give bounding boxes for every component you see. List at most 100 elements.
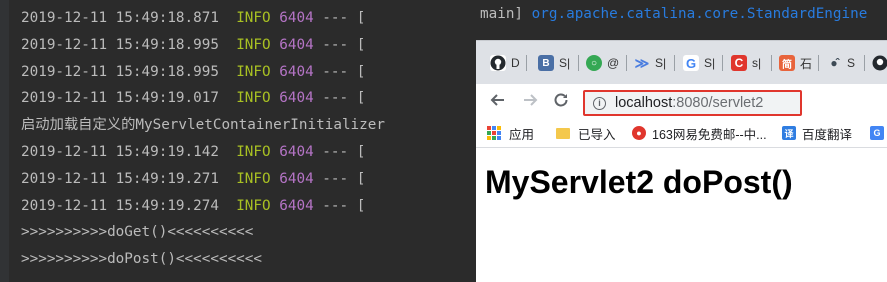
reload-icon bbox=[553, 92, 569, 113]
tab-title: D bbox=[511, 56, 520, 70]
log-pid: 6404 bbox=[279, 36, 314, 53]
tab-divider bbox=[864, 55, 865, 71]
log-thread: --- [ bbox=[322, 143, 366, 160]
browser-tab[interactable]: B S| bbox=[538, 51, 570, 75]
tab-divider bbox=[771, 55, 772, 71]
log-timestamp: 2019-12-11 15:49:19.274 bbox=[21, 197, 219, 214]
log-timestamp: 2019-12-11 15:49:18.995 bbox=[21, 36, 219, 53]
log-level: INFO bbox=[236, 143, 271, 160]
log-pid: 6404 bbox=[279, 170, 314, 187]
tab-divider bbox=[818, 55, 819, 71]
tab-divider bbox=[722, 55, 723, 71]
bookmark-apps[interactable]: 应用 bbox=[487, 124, 534, 142]
tab-strip: D B S| ○ @ ≫ S| G S| C s| 简 石 ●̂ S bbox=[476, 40, 887, 84]
log-logger-class: org.apache.catalina.core.StandardEngine bbox=[531, 6, 868, 22]
bookmark-label: 163网易免费邮--中... bbox=[652, 127, 767, 142]
browser-tab[interactable]: 简 石 bbox=[779, 51, 812, 75]
log-level: INFO bbox=[236, 36, 271, 53]
tab-divider bbox=[674, 55, 675, 71]
tab-title: @ bbox=[607, 56, 620, 70]
url-path: :8080/servlet2 bbox=[672, 95, 764, 111]
bookmark-b-icon: B bbox=[538, 55, 554, 71]
log-thread-name: main] bbox=[480, 6, 524, 22]
log-pid: 6404 bbox=[279, 63, 314, 80]
bookmark-163-mail[interactable]: ● 163网易免费邮--中... bbox=[632, 124, 767, 142]
bookmark-label: 百度翻译 bbox=[802, 127, 853, 142]
browser-tab[interactable]: ●̂ S bbox=[826, 51, 855, 75]
google-translate-icon: G bbox=[870, 126, 884, 140]
bookmarks-bar: 应用 已导入 ● 163网易免费邮--中... 译 百度翻译 G bbox=[476, 119, 887, 148]
log-line: 2019-12-11 15:49:18.995 INFO 6404 --- [ bbox=[21, 29, 481, 56]
log-thread: --- [ bbox=[322, 170, 366, 187]
navigation-toolbar: i localhost:8080/servlet2 bbox=[476, 84, 887, 119]
log-level: INFO bbox=[236, 63, 271, 80]
arrow-right-icon bbox=[522, 92, 538, 113]
tab-title: S bbox=[847, 56, 856, 70]
tab-divider bbox=[626, 55, 627, 71]
log-dopost: >>>>>>>>>>doPost()<<<<<<<<<< bbox=[21, 251, 263, 268]
address-bar[interactable]: i localhost:8080/servlet2 bbox=[583, 90, 802, 116]
page-content: MyServlet2 doPost() bbox=[476, 148, 887, 282]
log-doget: >>>>>>>>>>doGet()<<<<<<<<<< bbox=[21, 224, 254, 241]
log-thread: --- [ bbox=[322, 36, 366, 53]
apps-grid-icon bbox=[487, 126, 501, 140]
pin-icon: ● bbox=[632, 126, 646, 140]
tab-title: 石 bbox=[800, 56, 813, 71]
log-level: INFO bbox=[236, 170, 271, 187]
log-pid: 6404 bbox=[279, 10, 314, 26]
github2-icon bbox=[872, 55, 887, 71]
folder-icon bbox=[556, 127, 570, 139]
log-thread: --- [ bbox=[322, 197, 366, 214]
browser-tab[interactable]: G S| bbox=[683, 51, 715, 75]
browser-tab[interactable]: C s| bbox=[731, 51, 761, 75]
github-icon bbox=[490, 55, 506, 71]
log-timestamp: 2019-12-11 15:49:19.271 bbox=[21, 170, 219, 187]
editor-gutter bbox=[0, 0, 9, 282]
log-line: 2019-12-11 15:49:18.871 INFO 6404 --- [ bbox=[21, 2, 481, 29]
bookmark-imported-folder[interactable]: 已导入 bbox=[556, 124, 616, 142]
dots-icon: ●̂ bbox=[830, 56, 838, 70]
tab-divider bbox=[526, 55, 527, 71]
log-pid: 6404 bbox=[279, 197, 314, 214]
log-timestamp: 2019-12-11 15:49:19.142 bbox=[21, 143, 219, 160]
tab-divider bbox=[578, 55, 579, 71]
google-icon: G bbox=[683, 55, 699, 71]
page-heading: MyServlet2 doPost() bbox=[485, 164, 793, 200]
green-circle-icon: ○ bbox=[586, 55, 602, 71]
tab-title: s| bbox=[752, 56, 762, 70]
log-timestamp: 2019-12-11 15:49:18.871 bbox=[21, 10, 219, 26]
log-message: 启动加载自定义的MyServletContainerInitializer bbox=[21, 117, 385, 134]
bookmark-baidu-translate[interactable]: 译 百度翻译 bbox=[782, 124, 852, 142]
console-output: 2019-12-11 15:49:18.871 INFO 6404 --- [ … bbox=[21, 0, 481, 282]
browser-tab[interactable]: D bbox=[490, 51, 520, 75]
log-line: 2019-12-11 15:49:19.271 INFO 6404 --- [ bbox=[21, 163, 481, 190]
log-level: INFO bbox=[236, 10, 271, 26]
log-level: INFO bbox=[236, 197, 271, 214]
log-thread: --- [ bbox=[322, 90, 366, 107]
tab-title: S| bbox=[704, 56, 716, 70]
browser-tab[interactable] bbox=[872, 51, 887, 75]
log-pid: 6404 bbox=[279, 90, 314, 107]
translate-icon: 译 bbox=[782, 126, 796, 140]
jian-icon: 简 bbox=[779, 55, 795, 71]
reload-button[interactable] bbox=[551, 92, 571, 112]
log-level: INFO bbox=[236, 90, 271, 107]
log-thread: --- [ bbox=[322, 10, 366, 26]
log-line: 2019-12-11 15:49:19.274 INFO 6404 --- [ bbox=[21, 190, 481, 217]
bookmark-google-translate[interactable]: G bbox=[870, 124, 887, 142]
log-line: 2019-12-11 15:49:19.142 INFO 6404 --- [ bbox=[21, 136, 481, 163]
browser-tab[interactable]: ○ @ bbox=[586, 51, 619, 75]
back-button[interactable] bbox=[488, 92, 508, 112]
chevrons-icon: ≫ bbox=[634, 54, 650, 71]
log-thread: --- [ bbox=[322, 63, 366, 80]
tab-title: S| bbox=[559, 56, 571, 70]
csdn-icon: C bbox=[731, 55, 747, 71]
forward-button[interactable] bbox=[520, 92, 540, 112]
log-pid: 6404 bbox=[279, 143, 314, 160]
browser-tab[interactable]: ≫ S| bbox=[634, 51, 666, 75]
arrow-left-icon bbox=[490, 92, 506, 113]
log-thread-tail: main] org.apache.catalina.core.StandardE… bbox=[480, 6, 867, 22]
log-line: 2019-12-11 15:49:19.017 INFO 6404 --- [ bbox=[21, 82, 481, 109]
info-icon[interactable]: i bbox=[593, 96, 606, 110]
log-timestamp: 2019-12-11 15:49:18.995 bbox=[21, 63, 219, 80]
